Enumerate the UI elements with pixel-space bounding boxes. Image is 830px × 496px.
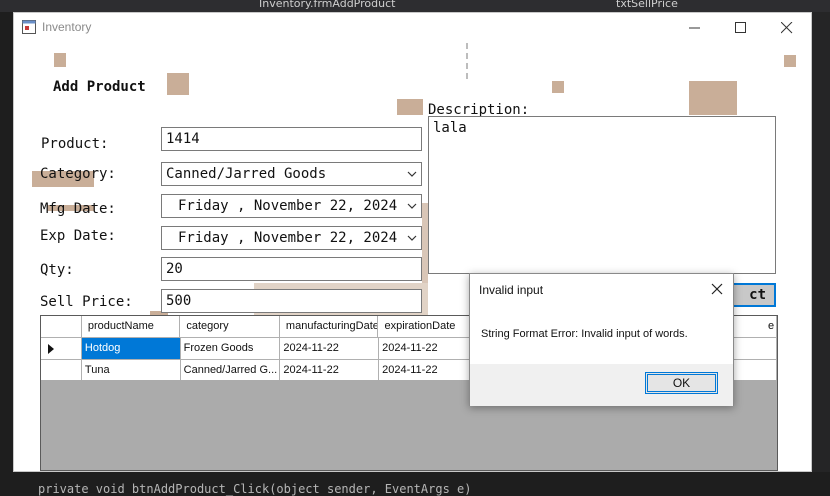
mfg-date-value: Friday , November 22, 2024	[178, 198, 398, 214]
table-cell[interactable]: 2024-11-22	[379, 360, 479, 382]
chevron-down-icon	[406, 198, 418, 214]
dialog-footer: OK	[470, 364, 733, 406]
row-header[interactable]	[41, 360, 82, 382]
column-header[interactable]: manufacturingDate	[279, 316, 379, 338]
chevron-down-icon	[406, 166, 418, 182]
qty-input[interactable]: 20	[161, 257, 422, 281]
category-select[interactable]: Canned/Jarred Goods	[161, 162, 422, 186]
ide-tab-right[interactable]: txtSellPrice	[616, 0, 678, 10]
window-title: Inventory	[42, 20, 92, 34]
category-label: Category:	[40, 166, 116, 182]
ide-tab-left[interactable]: Inventory.frmAddProduct	[259, 0, 395, 10]
row-header[interactable]	[41, 338, 82, 360]
maximize-icon	[735, 22, 746, 33]
code-line: private void btnAddProduct_Click(object …	[38, 482, 472, 496]
dialog-message: String Format Error: Invalid input of wo…	[481, 328, 688, 340]
row-header-corner	[41, 316, 82, 338]
bg-image-fragment	[54, 53, 66, 67]
exp-date-value: Friday , November 22, 2024	[178, 230, 398, 246]
column-header[interactable]: productName	[81, 316, 181, 338]
table-cell[interactable]: Hotdog	[81, 338, 181, 360]
mfg-date-label: Mfg Date:	[40, 201, 116, 217]
dialog-title: Invalid input	[479, 283, 544, 297]
product-input[interactable]: 1414	[161, 127, 422, 151]
table-cell[interactable]: 2024-11-22	[280, 338, 380, 360]
ide-side-panel	[812, 12, 830, 496]
bg-image-fragment	[784, 55, 796, 67]
exp-date-picker[interactable]: Friday , November 22, 2024	[161, 226, 422, 250]
mfg-date-picker[interactable]: Friday , November 22, 2024	[161, 194, 422, 218]
close-button[interactable]	[764, 15, 810, 41]
column-header[interactable]: category	[180, 316, 280, 338]
column-header[interactable]: expirationDate	[378, 316, 479, 338]
ok-button[interactable]: OK	[645, 372, 718, 394]
qty-label: Qty:	[40, 262, 74, 278]
table-cell[interactable]: Frozen Goods	[180, 338, 281, 360]
product-label: Product:	[41, 136, 109, 152]
invalid-input-dialog: Invalid input String Format Error: Inval…	[469, 273, 734, 406]
minimize-icon	[689, 27, 700, 29]
close-icon	[781, 22, 793, 34]
bg-image-fragment	[244, 471, 734, 472]
divider-line	[466, 43, 468, 79]
sell-price-input[interactable]: 500	[161, 289, 422, 313]
minimize-button[interactable]	[672, 15, 718, 41]
table-cell[interactable]: Canned/Jarred G...	[180, 360, 281, 382]
chevron-down-icon	[406, 230, 418, 246]
page-title: Add Product	[53, 79, 146, 95]
ide-tab-strip: Inventory.frmAddProduct txtSellPrice	[0, 0, 830, 12]
close-icon[interactable]	[710, 282, 724, 296]
description-textarea[interactable]: lala	[428, 116, 776, 274]
sell-price-label: Sell Price:	[40, 294, 133, 310]
bg-image-fragment	[167, 73, 189, 95]
maximize-button[interactable]	[718, 15, 764, 41]
bg-image-fragment	[689, 81, 737, 115]
bg-image-fragment	[397, 99, 423, 115]
category-value: Canned/Jarred Goods	[166, 166, 327, 182]
bg-image-fragment	[552, 81, 564, 93]
table-cell[interactable]: 2024-11-22	[379, 338, 479, 360]
ide-code-editor: private void btnAddProduct_Click(object …	[0, 472, 830, 496]
title-bar: Inventory	[14, 13, 811, 43]
table-cell[interactable]: 2024-11-22	[280, 360, 380, 382]
current-row-icon	[48, 344, 54, 354]
app-icon	[22, 20, 36, 34]
table-cell[interactable]: Tuna	[81, 360, 181, 382]
form-client-area: Add Product Product: 1414 Category: Cann…	[14, 43, 811, 472]
exp-date-label: Exp Date:	[40, 228, 116, 244]
